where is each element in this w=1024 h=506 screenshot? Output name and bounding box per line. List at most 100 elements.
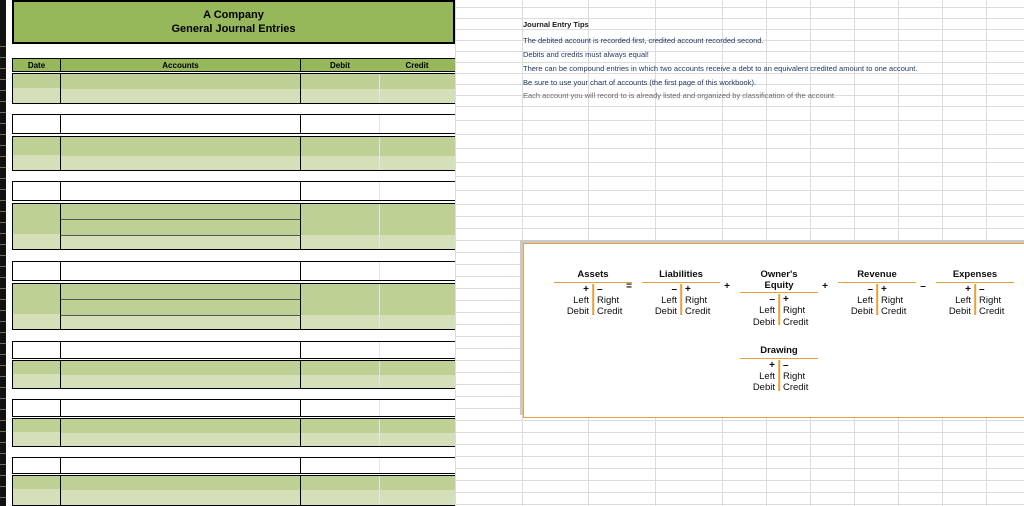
journal-date-cell[interactable]: [12, 360, 60, 389]
equation-operator-1: +: [724, 281, 730, 292]
column-header-date: Date: [12, 58, 60, 72]
journal-amount-cells[interactable]: [301, 89, 455, 104]
journal-date-cell[interactable]: [12, 136, 60, 171]
t-account-debit-column: + Left Debit: [554, 284, 593, 318]
journal-amount-cells[interactable]: [301, 235, 455, 250]
grid-row-line-41: [455, 504, 1024, 505]
t-account-debit-column-sign: +: [583, 283, 589, 295]
debit-credit-divider: [379, 89, 380, 103]
journal-date-cell[interactable]: [12, 399, 60, 417]
t-account-credit-column-entry: Credit: [783, 382, 809, 393]
t-account-debit-column-side: Left: [955, 294, 971, 306]
t-account-credit-column-side: Right: [597, 294, 620, 306]
grid-row-line-16: [455, 204, 1024, 205]
t-account-credit-column-sign: –: [979, 283, 985, 295]
journal-accounts-cell[interactable]: [60, 360, 301, 375]
t-account-title: Revenue: [838, 269, 916, 283]
journal-date-cell[interactable]: [12, 114, 60, 134]
journal-date-cell[interactable]: [12, 475, 60, 506]
t-account-assets: Assets + Left Debit – Right Credit: [554, 269, 632, 318]
t-account-title-line1: Assets: [577, 269, 609, 280]
grid-row-line-6: [455, 73, 1024, 74]
journal-accounts-cell[interactable]: [60, 89, 301, 104]
t-account-title: Liabilities: [642, 269, 720, 283]
journal-date-cell[interactable]: [12, 341, 60, 359]
t-account-columns: + Left Debit – Right Credit: [554, 284, 632, 318]
journal-amount-cells[interactable]: [301, 203, 455, 219]
journal-amount-cells[interactable]: [301, 136, 455, 156]
journal-amount-cells[interactable]: [301, 219, 455, 235]
journal-date-cell[interactable]: [12, 203, 60, 250]
journal-accounts-cell[interactable]: [60, 219, 301, 235]
journal-accounts-cell[interactable]: [60, 418, 301, 433]
journal-date-cell[interactable]: [12, 283, 60, 330]
t-account-debit-column-entry: Debit: [752, 382, 775, 393]
journal-accounts-cell[interactable]: [60, 399, 301, 417]
journal-accounts-cell[interactable]: [60, 261, 301, 281]
t-account-debit-column-entry: Debit: [654, 306, 677, 317]
t-account-columns: – Left Debit + Right Credit: [838, 284, 916, 318]
journal-accounts-cell[interactable]: [60, 73, 301, 89]
sheet-title-banner: A Company General Journal Entries: [12, 0, 455, 44]
t-account-title-line2: Equity: [764, 279, 794, 291]
t-account-credit-column-side: Right: [783, 370, 806, 382]
journal-amount-cells[interactable]: [301, 114, 455, 134]
journal-date-cell[interactable]: [12, 418, 60, 447]
t-account-credit-column: + Right Credit: [779, 294, 818, 328]
journal-date-cell[interactable]: [12, 73, 60, 104]
journal-accounts-cell[interactable]: [60, 490, 301, 506]
journal-amount-cells[interactable]: [301, 490, 455, 506]
journal-date-cell[interactable]: [12, 181, 60, 201]
t-account-debit-column-sign: –: [867, 283, 873, 295]
journal-accounts-cell[interactable]: [60, 235, 301, 250]
debit-credit-divider: [379, 204, 380, 219]
journal-accounts-cell[interactable]: [60, 203, 301, 219]
journal-amount-cells[interactable]: [301, 283, 455, 299]
equation-operator-2: +: [822, 281, 828, 292]
journal-amount-cells[interactable]: [301, 360, 455, 375]
t-account-expenses: Expenses + Left Debit – Right Credit: [936, 269, 1014, 318]
t-account-debit-column-entry: Debit: [850, 306, 873, 317]
journal-amount-cells[interactable]: [301, 418, 455, 433]
journal-accounts-cell[interactable]: [60, 299, 301, 315]
t-account-liabilities: Liabilities – Left Debit + Right Credit: [642, 269, 720, 318]
journal-accounts-cell[interactable]: [60, 315, 301, 330]
debit-credit-divider: [379, 476, 380, 490]
journal-date-cell[interactable]: [12, 261, 60, 281]
journal-amount-cells[interactable]: [301, 156, 455, 171]
journal-amount-cells[interactable]: [301, 475, 455, 490]
t-account-credit-column-entry: Credit: [597, 306, 623, 317]
debit-credit-divider: [379, 299, 380, 315]
t-account-credit-column-side: Right: [685, 294, 708, 306]
journal-accounts-cell[interactable]: [60, 283, 301, 299]
grid-row-line-10: [455, 120, 1024, 121]
journal-amount-cells[interactable]: [301, 433, 455, 447]
grid-row-line-13: [455, 162, 1024, 163]
journal-date-cell[interactable]: [12, 457, 60, 474]
journal-amount-cells[interactable]: [301, 341, 455, 359]
debit-credit-divider: [379, 115, 380, 133]
journal-accounts-cell[interactable]: [60, 341, 301, 359]
journal-accounts-cell[interactable]: [60, 114, 301, 134]
journal-amount-cells[interactable]: [301, 315, 455, 330]
accounting-equation-inner: Assets + Left Debit – Right Credit Liabilities –…: [524, 244, 1024, 419]
journal-accounts-cell[interactable]: [60, 457, 301, 474]
journal-accounts-cell[interactable]: [60, 475, 301, 490]
journal-amount-cells[interactable]: [301, 73, 455, 89]
t-account-columns: – Left Debit + Right Credit: [740, 294, 818, 328]
t-account-title: Drawing: [740, 345, 818, 359]
journal-accounts-cell[interactable]: [60, 181, 301, 201]
journal-amount-cells[interactable]: [301, 299, 455, 315]
journal-accounts-cell[interactable]: [60, 375, 301, 389]
journal-amount-cells[interactable]: [301, 399, 455, 417]
journal-amount-cells[interactable]: [301, 457, 455, 474]
journal-amount-cells[interactable]: [301, 181, 455, 201]
t-account-credit-column-side: Right: [979, 294, 1002, 306]
journal-amount-cells[interactable]: [301, 261, 455, 281]
journal-accounts-cell[interactable]: [60, 433, 301, 447]
t-account-debit-column-sign: –: [671, 283, 677, 295]
journal-accounts-cell[interactable]: [60, 156, 301, 171]
grid-row-line-14: [455, 176, 1024, 177]
journal-accounts-cell[interactable]: [60, 136, 301, 156]
journal-amount-cells[interactable]: [301, 375, 455, 389]
